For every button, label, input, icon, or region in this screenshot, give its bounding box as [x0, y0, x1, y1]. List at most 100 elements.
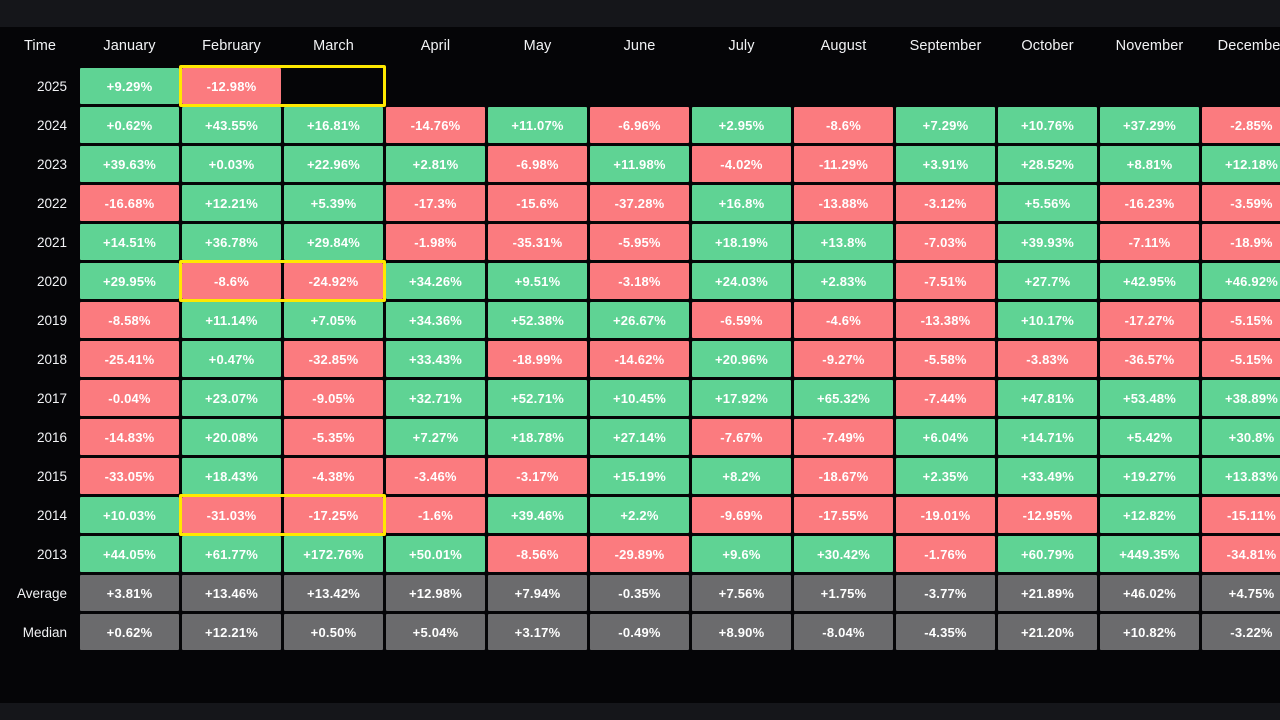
- cell-2013-october[interactable]: +60.79%: [998, 536, 1097, 572]
- cell-2025-august[interactable]: [794, 68, 893, 104]
- cell-2015-april[interactable]: -3.46%: [386, 458, 485, 494]
- cell-2021-july[interactable]: +18.19%: [692, 224, 791, 260]
- cell-2017-april[interactable]: +32.71%: [386, 380, 485, 416]
- cell-2016-july[interactable]: -7.67%: [692, 419, 791, 455]
- cell-2024-june[interactable]: -6.96%: [590, 107, 689, 143]
- cell-2018-january[interactable]: -25.41%: [80, 341, 179, 377]
- cell-average-february[interactable]: +13.46%: [182, 575, 281, 611]
- cell-2018-august[interactable]: -9.27%: [794, 341, 893, 377]
- cell-2022-february[interactable]: +12.21%: [182, 185, 281, 221]
- cell-2025-january[interactable]: +9.29%: [80, 68, 179, 104]
- cell-2022-november[interactable]: -16.23%: [1100, 185, 1199, 221]
- cell-2020-march[interactable]: -24.92%: [284, 263, 383, 299]
- cell-median-february[interactable]: +12.21%: [182, 614, 281, 650]
- cell-2016-october[interactable]: +14.71%: [998, 419, 1097, 455]
- cell-2022-march[interactable]: +5.39%: [284, 185, 383, 221]
- cell-2023-february[interactable]: +0.03%: [182, 146, 281, 182]
- cell-2017-october[interactable]: +47.81%: [998, 380, 1097, 416]
- cell-2019-july[interactable]: -6.59%: [692, 302, 791, 338]
- column-header-june[interactable]: June: [590, 30, 689, 65]
- cell-2022-june[interactable]: -37.28%: [590, 185, 689, 221]
- cell-2024-october[interactable]: +10.76%: [998, 107, 1097, 143]
- cell-2022-october[interactable]: +5.56%: [998, 185, 1097, 221]
- cell-2018-july[interactable]: +20.96%: [692, 341, 791, 377]
- cell-2025-march[interactable]: [284, 68, 383, 104]
- cell-2013-february[interactable]: +61.77%: [182, 536, 281, 572]
- cell-2013-march[interactable]: +172.76%: [284, 536, 383, 572]
- cell-2019-may[interactable]: +52.38%: [488, 302, 587, 338]
- cell-2025-may[interactable]: [488, 68, 587, 104]
- row-label-2021[interactable]: 2021: [3, 224, 77, 260]
- cell-2014-june[interactable]: +2.2%: [590, 497, 689, 533]
- cell-2013-january[interactable]: +44.05%: [80, 536, 179, 572]
- column-header-march[interactable]: March: [284, 30, 383, 65]
- cell-2022-july[interactable]: +16.8%: [692, 185, 791, 221]
- cell-2023-march[interactable]: +22.96%: [284, 146, 383, 182]
- cell-2025-october[interactable]: [998, 68, 1097, 104]
- cell-2018-may[interactable]: -18.99%: [488, 341, 587, 377]
- row-label-2025[interactable]: 2025: [3, 68, 77, 104]
- cell-2018-april[interactable]: +33.43%: [386, 341, 485, 377]
- cell-2021-march[interactable]: +29.84%: [284, 224, 383, 260]
- cell-2021-october[interactable]: +39.93%: [998, 224, 1097, 260]
- cell-median-june[interactable]: -0.49%: [590, 614, 689, 650]
- cell-2017-august[interactable]: +65.32%: [794, 380, 893, 416]
- cell-2019-october[interactable]: +10.17%: [998, 302, 1097, 338]
- row-label-2022[interactable]: 2022: [3, 185, 77, 221]
- cell-2018-december[interactable]: -5.15%: [1202, 341, 1280, 377]
- cell-2013-december[interactable]: -34.81%: [1202, 536, 1280, 572]
- cell-2014-february[interactable]: -31.03%: [182, 497, 281, 533]
- cell-average-april[interactable]: +12.98%: [386, 575, 485, 611]
- cell-2018-march[interactable]: -32.85%: [284, 341, 383, 377]
- cell-median-november[interactable]: +10.82%: [1100, 614, 1199, 650]
- row-label-2016[interactable]: 2016: [3, 419, 77, 455]
- cell-2013-august[interactable]: +30.42%: [794, 536, 893, 572]
- cell-2020-april[interactable]: +34.26%: [386, 263, 485, 299]
- row-label-average[interactable]: Average: [3, 575, 77, 611]
- cell-2015-december[interactable]: +13.83%: [1202, 458, 1280, 494]
- cell-2025-july[interactable]: [692, 68, 791, 104]
- cell-median-august[interactable]: -8.04%: [794, 614, 893, 650]
- cell-median-may[interactable]: +3.17%: [488, 614, 587, 650]
- cell-2020-june[interactable]: -3.18%: [590, 263, 689, 299]
- cell-2017-november[interactable]: +53.48%: [1100, 380, 1199, 416]
- column-header-time[interactable]: Time: [3, 30, 77, 65]
- cell-2016-february[interactable]: +20.08%: [182, 419, 281, 455]
- cell-2019-march[interactable]: +7.05%: [284, 302, 383, 338]
- cell-median-april[interactable]: +5.04%: [386, 614, 485, 650]
- cell-average-october[interactable]: +21.89%: [998, 575, 1097, 611]
- column-header-september[interactable]: September: [896, 30, 995, 65]
- cell-2023-january[interactable]: +39.63%: [80, 146, 179, 182]
- row-label-2019[interactable]: 2019: [3, 302, 77, 338]
- cell-2021-august[interactable]: +13.8%: [794, 224, 893, 260]
- cell-2023-august[interactable]: -11.29%: [794, 146, 893, 182]
- cell-2016-august[interactable]: -7.49%: [794, 419, 893, 455]
- cell-2021-december[interactable]: -18.9%: [1202, 224, 1280, 260]
- cell-2017-january[interactable]: -0.04%: [80, 380, 179, 416]
- cell-2019-april[interactable]: +34.36%: [386, 302, 485, 338]
- cell-median-july[interactable]: +8.90%: [692, 614, 791, 650]
- row-label-median[interactable]: Median: [3, 614, 77, 650]
- cell-average-december[interactable]: +4.75%: [1202, 575, 1280, 611]
- cell-2016-april[interactable]: +7.27%: [386, 419, 485, 455]
- cell-2013-april[interactable]: +50.01%: [386, 536, 485, 572]
- column-header-november[interactable]: November: [1100, 30, 1199, 65]
- cell-2013-june[interactable]: -29.89%: [590, 536, 689, 572]
- cell-2025-february[interactable]: -12.98%: [182, 68, 281, 104]
- cell-2023-december[interactable]: +12.18%: [1202, 146, 1280, 182]
- column-header-january[interactable]: January: [80, 30, 179, 65]
- cell-2018-november[interactable]: -36.57%: [1100, 341, 1199, 377]
- row-label-2020[interactable]: 2020: [3, 263, 77, 299]
- cell-2017-july[interactable]: +17.92%: [692, 380, 791, 416]
- cell-2025-june[interactable]: [590, 68, 689, 104]
- cell-2022-april[interactable]: -17.3%: [386, 185, 485, 221]
- cell-2014-october[interactable]: -12.95%: [998, 497, 1097, 533]
- row-label-2024[interactable]: 2024: [3, 107, 77, 143]
- cell-average-july[interactable]: +7.56%: [692, 575, 791, 611]
- cell-2018-september[interactable]: -5.58%: [896, 341, 995, 377]
- cell-2024-january[interactable]: +0.62%: [80, 107, 179, 143]
- cell-2017-march[interactable]: -9.05%: [284, 380, 383, 416]
- cell-2014-march[interactable]: -17.25%: [284, 497, 383, 533]
- cell-average-november[interactable]: +46.02%: [1100, 575, 1199, 611]
- cell-2013-november[interactable]: +449.35%: [1100, 536, 1199, 572]
